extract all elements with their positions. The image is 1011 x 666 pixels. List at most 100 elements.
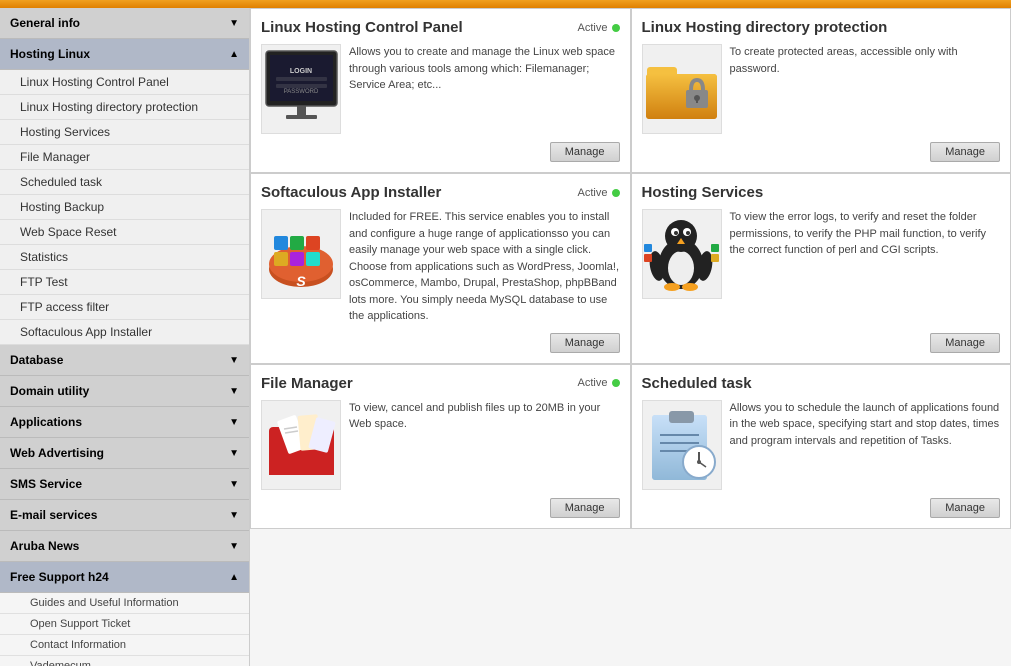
card-header: Linux Hosting directory protection bbox=[642, 19, 1001, 36]
sidebar: General info ▼ Hosting Linux ▲ Linux Hos… bbox=[0, 8, 250, 666]
manage-button-hosting-services[interactable]: Manage bbox=[930, 333, 1000, 353]
service-card-linux-dir: Linux Hosting directory protection bbox=[631, 8, 1011, 173]
sidebar-section-label: Database bbox=[10, 353, 63, 367]
sidebar-free-support-items: Guides and Useful Information Open Suppo… bbox=[0, 593, 249, 666]
manage-button-linux-dir[interactable]: Manage bbox=[930, 142, 1000, 162]
card-footer: Manage bbox=[642, 142, 1001, 162]
card-title: Linux Hosting directory protection bbox=[642, 19, 888, 36]
chevron-down-icon: ▼ bbox=[229, 448, 239, 459]
sidebar-section-domain-utility[interactable]: Domain utility ▼ bbox=[0, 376, 249, 407]
sidebar-section-label: Free Support h24 bbox=[10, 570, 109, 584]
card-header: Softaculous App Installer Active bbox=[261, 184, 620, 201]
card-header: Scheduled task bbox=[642, 375, 1001, 392]
sidebar-item-hosting-services[interactable]: Hosting Services bbox=[0, 120, 249, 145]
sidebar-item-file-manager[interactable]: File Manager bbox=[0, 145, 249, 170]
service-status: Active bbox=[578, 377, 620, 389]
sidebar-section-label: SMS Service bbox=[10, 477, 82, 491]
sidebar-section-database[interactable]: Database ▼ bbox=[0, 345, 249, 376]
sidebar-section-web-advertising[interactable]: Web Advertising ▼ bbox=[0, 438, 249, 469]
chevron-down-icon: ▼ bbox=[229, 479, 239, 490]
top-bar bbox=[0, 0, 1011, 8]
card-description: Allows you to schedule the launch of app… bbox=[730, 400, 1001, 490]
content-area: Linux Hosting Control Panel Active bbox=[250, 8, 1011, 666]
folder-lock-svg bbox=[644, 52, 719, 127]
service-status: Active bbox=[578, 187, 620, 199]
card-footer: Manage bbox=[261, 333, 620, 353]
sidebar-section-email-services[interactable]: E-mail services ▼ bbox=[0, 500, 249, 531]
sidebar-section-general-info[interactable]: General info ▼ bbox=[0, 8, 249, 39]
status-label: Active bbox=[578, 377, 608, 389]
service-card-hosting-services: Hosting Services bbox=[631, 173, 1011, 364]
sidebar-section-hosting-linux[interactable]: Hosting Linux ▲ bbox=[0, 39, 249, 70]
service-icon-linux bbox=[642, 209, 722, 299]
chevron-down-icon: ▼ bbox=[229, 417, 239, 428]
card-title: Hosting Services bbox=[642, 184, 764, 201]
card-description: Included for FREE. This service enables … bbox=[349, 209, 620, 325]
sidebar-item-softaculous[interactable]: Softaculous App Installer bbox=[0, 320, 249, 345]
service-card-linux-cp: Linux Hosting Control Panel Active bbox=[250, 8, 631, 173]
sidebar-item-statistics[interactable]: Statistics bbox=[0, 245, 249, 270]
card-footer: Manage bbox=[261, 142, 620, 162]
sidebar-section-free-support[interactable]: Free Support h24 ▲ bbox=[0, 562, 249, 593]
service-card-scheduled-task: Scheduled task bbox=[631, 364, 1011, 529]
scheduled-svg bbox=[644, 407, 719, 482]
manage-button-linux-cp[interactable]: Manage bbox=[550, 142, 620, 162]
card-title: Softaculous App Installer bbox=[261, 184, 441, 201]
sidebar-item-open-ticket[interactable]: Open Support Ticket bbox=[0, 614, 249, 635]
sidebar-section-sms-service[interactable]: SMS Service ▼ bbox=[0, 469, 249, 500]
sidebar-item-guides[interactable]: Guides and Useful Information bbox=[0, 593, 249, 614]
status-label: Active bbox=[578, 22, 608, 34]
card-title: Scheduled task bbox=[642, 375, 752, 392]
sidebar-item-web-space-reset[interactable]: Web Space Reset bbox=[0, 220, 249, 245]
card-header: File Manager Active bbox=[261, 375, 620, 392]
sidebar-item-hosting-backup[interactable]: Hosting Backup bbox=[0, 195, 249, 220]
sidebar-item-vademecum[interactable]: Vademecum bbox=[0, 656, 249, 666]
service-grid: Linux Hosting Control Panel Active bbox=[250, 8, 1011, 529]
card-description: Allows you to create and manage the Linu… bbox=[349, 44, 620, 134]
card-title: Linux Hosting Control Panel bbox=[261, 19, 463, 36]
card-title: File Manager bbox=[261, 375, 353, 392]
service-card-softaculous: Softaculous App Installer Active bbox=[250, 173, 631, 364]
sidebar-item-scheduled-task[interactable]: Scheduled task bbox=[0, 170, 249, 195]
sidebar-section-label: Aruba News bbox=[10, 539, 79, 553]
sidebar-item-ftp-test[interactable]: FTP Test bbox=[0, 270, 249, 295]
sidebar-item-ftp-access-filter[interactable]: FTP access filter bbox=[0, 295, 249, 320]
filemanager-svg bbox=[264, 407, 339, 482]
service-icon-softaculous: S bbox=[261, 209, 341, 299]
card-description: To view the error logs, to verify and re… bbox=[730, 209, 1001, 325]
sidebar-section-applications[interactable]: Applications ▼ bbox=[0, 407, 249, 438]
sidebar-item-linux-cp[interactable]: Linux Hosting Control Panel bbox=[0, 70, 249, 95]
card-body: Allows you to schedule the launch of app… bbox=[642, 400, 1001, 490]
service-icon-filemanager bbox=[261, 400, 341, 490]
svg-text:PASSWORD: PASSWORD bbox=[283, 89, 318, 95]
sidebar-section-label: General info bbox=[10, 16, 80, 30]
sidebar-hosting-linux-items: Linux Hosting Control Panel Linux Hostin… bbox=[0, 70, 249, 345]
card-description: To create protected areas, accessible on… bbox=[730, 44, 1001, 134]
card-header: Linux Hosting Control Panel Active bbox=[261, 19, 620, 36]
main-container: General info ▼ Hosting Linux ▲ Linux Hos… bbox=[0, 8, 1011, 666]
monitor-svg: LOGIN PASSWORD bbox=[264, 49, 339, 129]
card-footer: Manage bbox=[261, 498, 620, 518]
manage-button-softaculous[interactable]: Manage bbox=[550, 333, 620, 353]
card-body: LOGIN PASSWORD Allows you to create and … bbox=[261, 44, 620, 134]
chevron-down-icon: ▼ bbox=[229, 355, 239, 366]
chevron-down-icon: ▼ bbox=[229, 541, 239, 552]
chevron-up-icon: ▲ bbox=[229, 49, 239, 60]
service-icon-monitor: LOGIN PASSWORD bbox=[261, 44, 341, 134]
card-description: To view, cancel and publish files up to … bbox=[349, 400, 620, 490]
card-body: To view, cancel and publish files up to … bbox=[261, 400, 620, 490]
status-label: Active bbox=[578, 187, 608, 199]
chevron-down-icon: ▼ bbox=[229, 18, 239, 29]
card-body: To view the error logs, to verify and re… bbox=[642, 209, 1001, 325]
card-footer: Manage bbox=[642, 333, 1001, 353]
manage-button-file-manager[interactable]: Manage bbox=[550, 498, 620, 518]
sidebar-item-linux-dir[interactable]: Linux Hosting directory protection bbox=[0, 95, 249, 120]
sidebar-section-aruba-news[interactable]: Aruba News ▼ bbox=[0, 531, 249, 562]
manage-button-scheduled-task[interactable]: Manage bbox=[930, 498, 1000, 518]
sidebar-item-contact-info[interactable]: Contact Information bbox=[0, 635, 249, 656]
sidebar-section-label: Domain utility bbox=[10, 384, 89, 398]
svg-text:LOGIN: LOGIN bbox=[289, 68, 311, 75]
sidebar-section-label: Web Advertising bbox=[10, 446, 104, 460]
card-body: S Included for FREE. This service enable… bbox=[261, 209, 620, 325]
sidebar-section-label: E-mail services bbox=[10, 508, 97, 522]
